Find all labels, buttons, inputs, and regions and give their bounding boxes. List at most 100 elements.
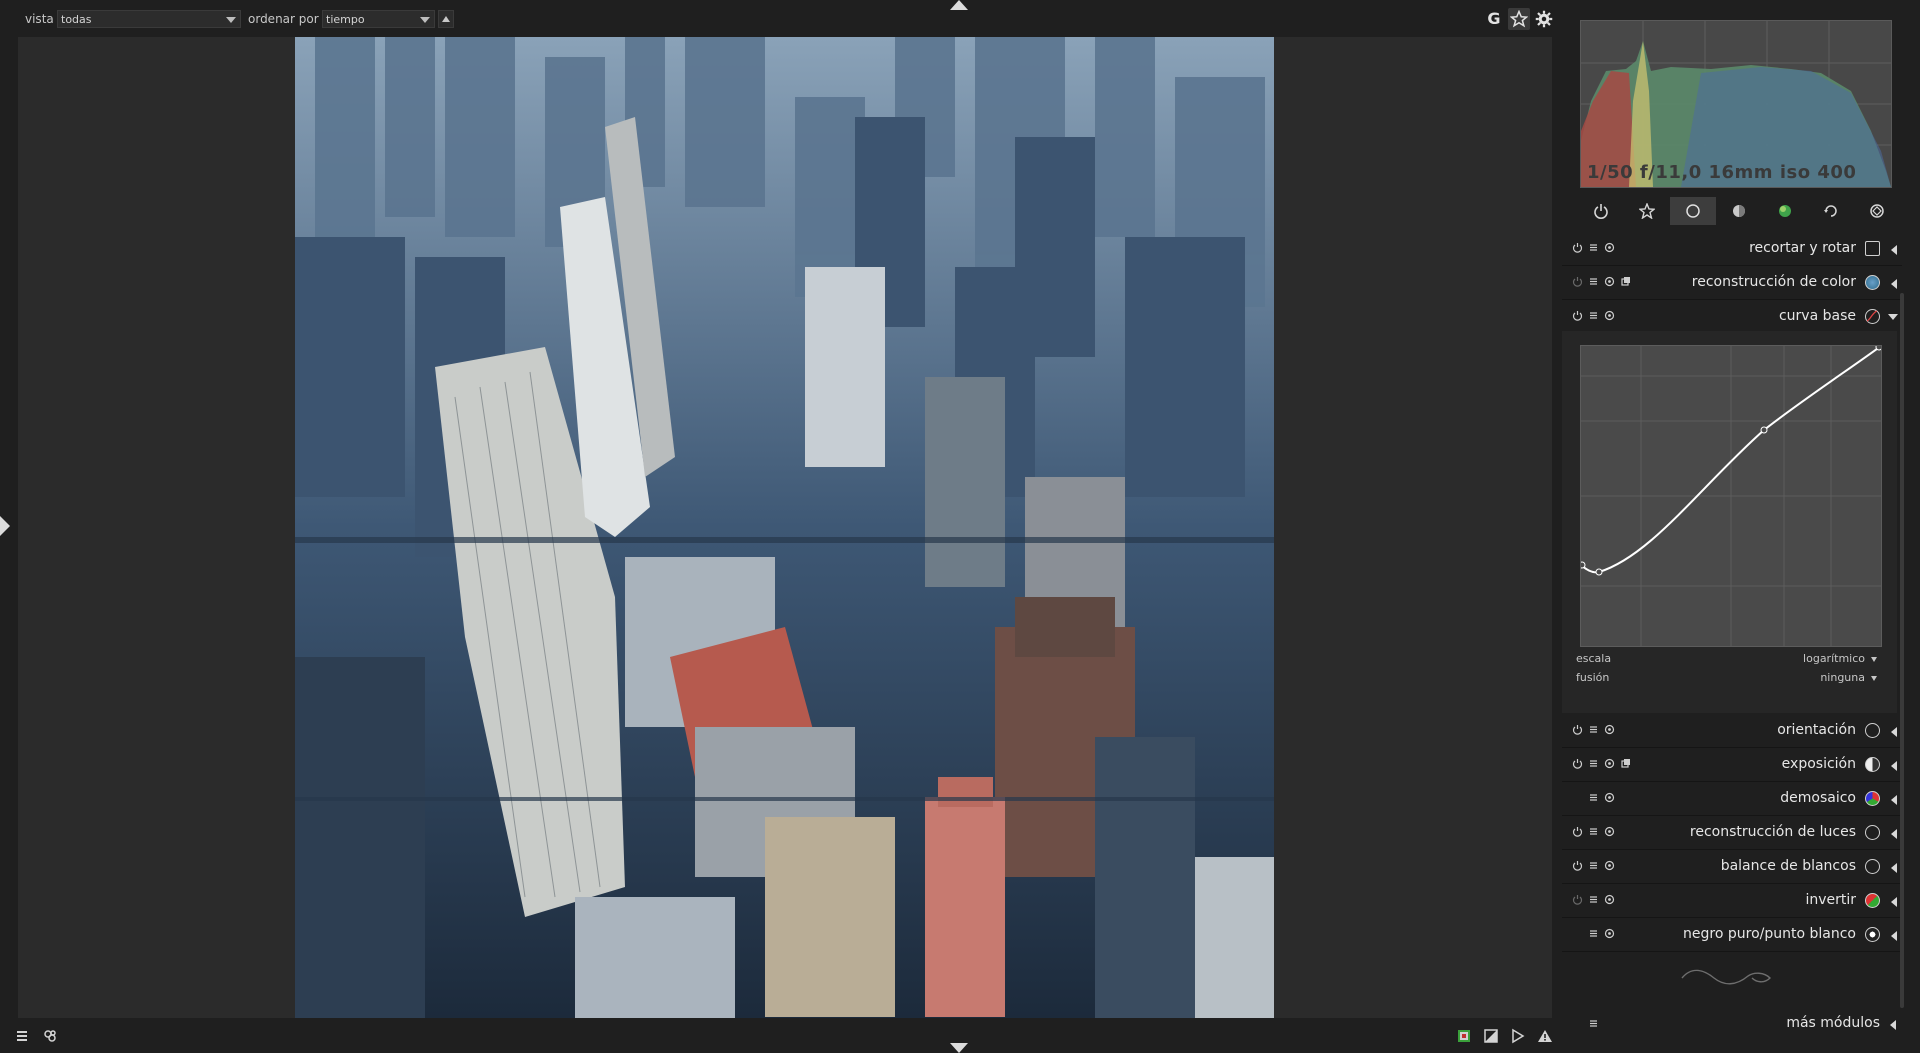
multi-instance-icon[interactable] [1588,1018,1599,1029]
module-curva-base[interactable]: curva base [1562,300,1902,334]
hamburger-menu-icon[interactable] [14,1028,32,1046]
view-filter-value: todas [61,13,92,26]
module-label: curva base [1778,308,1856,324]
chevron-left-icon[interactable] [1891,279,1897,289]
power-icon[interactable] [1572,758,1583,769]
basic-icon[interactable] [1670,197,1716,225]
chevron-left-icon[interactable] [1891,727,1897,737]
color-assessment-icon[interactable] [1456,1028,1474,1046]
chevron-left-icon[interactable] [1891,897,1897,907]
multi-instance-icon[interactable] [1588,242,1599,253]
power-icon[interactable] [1572,310,1583,321]
multi-instance-icon[interactable] [1588,758,1599,769]
multi-instance-icon[interactable] [1588,894,1599,905]
favorite-icon[interactable] [1624,197,1670,225]
scale-combobox[interactable]: escala logarítmico [1576,650,1881,668]
reset-icon[interactable] [1604,826,1615,837]
chevron-down-icon [1871,676,1877,681]
curve-svg [1578,343,1883,646]
multi-instance-icon[interactable] [1588,276,1599,287]
more-modules-label: más módulos [1786,1015,1880,1031]
multi-instance-icon[interactable] [1588,310,1599,321]
multi-instance-icon[interactable] [1588,826,1599,837]
reset-icon[interactable] [1604,758,1615,769]
reset-icon[interactable] [1604,860,1615,871]
triangle-right-icon [0,516,10,536]
multi-instance-icon[interactable] [1588,724,1599,735]
module-invertir[interactable]: invertir [1562,884,1902,918]
gear-icon[interactable] [1533,8,1555,30]
thermometer-icon [1865,859,1880,874]
effects-icon[interactable] [1854,197,1900,225]
module-label: orientación [1777,722,1856,738]
chevron-left-icon[interactable] [1890,1020,1896,1030]
chevron-left-icon[interactable] [1891,245,1897,255]
reset-icon[interactable] [1604,310,1615,321]
chevron-down-icon[interactable] [1888,314,1898,320]
chevron-down-icon [420,17,430,23]
power-icon[interactable] [1572,276,1583,287]
histogram[interactable]: 1/50 f/11,0 16mm iso 400 [1580,20,1892,188]
right-panel-scrollbar[interactable] [1900,293,1904,1008]
chevron-left-icon[interactable] [1891,931,1897,941]
power-icon[interactable] [1572,242,1583,253]
blend-combobox[interactable]: fusión ninguna [1576,669,1881,687]
more-modules-row[interactable]: más módulos [1562,1008,1902,1040]
presets-icon[interactable] [1620,276,1631,287]
module-exposicion[interactable]: exposición [1562,748,1902,782]
power-icon[interactable] [1572,894,1583,905]
multi-instance-icon[interactable] [1588,928,1599,939]
module-label: negro puro/punto blanco [1683,926,1856,942]
gamut-check-icon[interactable] [1537,1028,1555,1046]
module-label: invertir [1805,892,1856,908]
left-panel-toggle[interactable] [0,516,10,536]
power-icon[interactable] [1572,860,1583,871]
module-recortar-y-rotar[interactable]: recortar y rotar [1562,232,1902,266]
styles-icon[interactable] [42,1028,60,1046]
module-label: recortar y rotar [1749,240,1856,256]
module-demosaico[interactable]: demosaico [1562,782,1902,816]
power-icon[interactable] [1578,197,1624,225]
scale-value: logarítmico [1803,652,1865,665]
top-toolbar: vista todas ordenar por tiempo G [0,0,1560,36]
presets-icon[interactable] [1620,758,1631,769]
module-orientacion[interactable]: orientación [1562,714,1902,748]
curve-node [1578,561,1586,569]
bottom-panel-toggle[interactable] [950,1043,968,1053]
module-reconstruccion-de-luces[interactable]: reconstrucción de luces [1562,816,1902,850]
reset-icon[interactable] [1604,242,1615,253]
center-view[interactable] [18,37,1552,1018]
module-balance-de-blancos[interactable]: balance de blancos [1562,850,1902,884]
orientation-icon [1865,723,1880,738]
chevron-left-icon[interactable] [1891,761,1897,771]
chevron-left-icon[interactable] [1891,829,1897,839]
module-negro-puro-punto-blanco[interactable]: negro puro/punto blanco [1562,918,1902,952]
grouping-icon[interactable]: G [1483,8,1505,30]
curve-node [1760,426,1768,434]
softproof-icon[interactable] [1510,1028,1528,1046]
view-filter-combobox[interactable]: todas [57,10,241,28]
power-icon[interactable] [1572,826,1583,837]
chevron-left-icon[interactable] [1891,795,1897,805]
overexposure-icon[interactable] [1483,1028,1501,1046]
power-icon[interactable] [1572,724,1583,735]
sort-combobox[interactable]: tiempo [322,10,435,28]
demosaic-icon [1865,791,1880,806]
photo-city-aerial[interactable] [295,37,1274,1018]
reset-icon[interactable] [1604,894,1615,905]
correct-icon[interactable] [1808,197,1854,225]
module-reconstruccion-de-color[interactable]: reconstrucción de color [1562,266,1902,300]
reset-icon[interactable] [1604,792,1615,803]
star-icon[interactable] [1508,8,1530,30]
curve-graph[interactable] [1578,343,1883,647]
chevron-left-icon[interactable] [1891,863,1897,873]
top-panel-toggle[interactable] [950,0,968,10]
multi-instance-icon[interactable] [1588,792,1599,803]
reset-icon[interactable] [1604,928,1615,939]
sort-order-button[interactable] [438,10,454,28]
color-icon[interactable] [1762,197,1808,225]
tone-icon[interactable] [1716,197,1762,225]
multi-instance-icon[interactable] [1588,860,1599,871]
reset-icon[interactable] [1604,276,1615,287]
reset-icon[interactable] [1604,724,1615,735]
